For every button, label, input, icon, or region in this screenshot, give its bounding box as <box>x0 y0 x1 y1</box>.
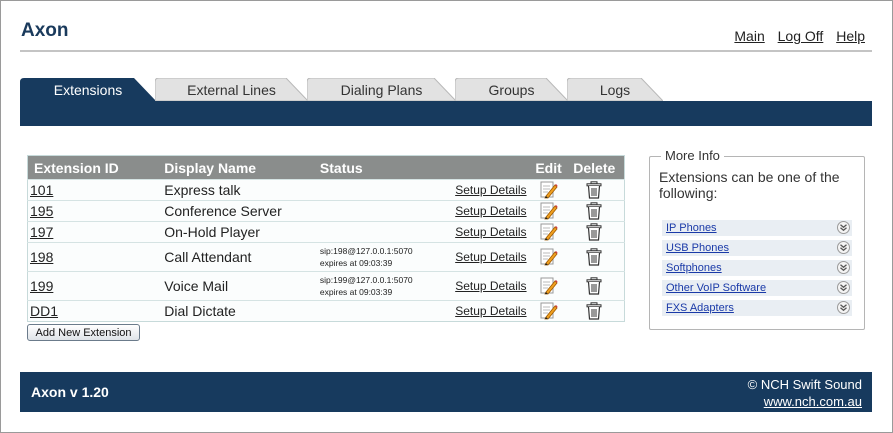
status-expiry: expires at 09:03:39 <box>319 258 393 268</box>
setup-details-link[interactable]: Setup Details <box>455 183 526 197</box>
trash-icon[interactable] <box>585 223 603 241</box>
info-item-softphones[interactable]: Softphones <box>662 260 852 276</box>
chevron-down-icon[interactable] <box>837 281 850 294</box>
tab-groups[interactable]: Groups <box>455 78 568 101</box>
table-row: DD1 Dial Dictate Setup Details <box>27 300 625 322</box>
tab-logs-label: Logs <box>599 82 631 98</box>
status-sip-address: sip:199@127.0.0.1:5070 <box>319 275 413 285</box>
extensions-table: Extension ID Display Name Status Edit De… <box>27 155 625 322</box>
display-name: Call Attendant <box>158 242 314 272</box>
add-new-extension-button[interactable]: Add New Extension <box>27 324 140 341</box>
main-link[interactable]: Main <box>734 28 764 44</box>
status-cell: sip:199@127.0.0.1:5070 expires at 09:03:… <box>313 271 439 301</box>
extension-id-link[interactable]: 101 <box>30 182 53 198</box>
trash-icon[interactable] <box>585 277 603 295</box>
info-item-usb-phones[interactable]: USB Phones <box>662 240 852 256</box>
tab-logs[interactable]: Logs <box>567 78 663 101</box>
info-link[interactable]: Softphones <box>666 262 722 274</box>
help-link[interactable]: Help <box>836 28 865 44</box>
col-header-display-name: Display Name <box>158 155 314 180</box>
footer-credits: © NCH Swift Sound www.nch.com.au <box>748 376 862 410</box>
tab-extensions-label: Extensions <box>53 82 123 98</box>
pencil-icon[interactable] <box>540 223 558 241</box>
website-link[interactable]: www.nch.com.au <box>764 394 862 409</box>
more-info-panel: More Info Extensions can be one of the f… <box>649 148 865 330</box>
tab-groups-label: Groups <box>488 82 535 98</box>
display-name: Dial Dictate <box>158 300 314 322</box>
more-info-description: Extensions can be one of the following: <box>659 169 840 201</box>
info-item-ip-phones[interactable]: IP Phones <box>662 220 852 236</box>
status-cell <box>313 221 439 243</box>
status-cell <box>313 300 439 322</box>
col-header-setup <box>438 155 533 180</box>
table-row: 199 Voice Mail sip:199@127.0.0.1:5070 ex… <box>27 271 625 301</box>
tab-external-lines-label: External Lines <box>187 82 276 98</box>
display-name: Express talk <box>158 179 314 201</box>
setup-details-link[interactable]: Setup Details <box>455 279 526 293</box>
display-name: Voice Mail <box>158 271 314 301</box>
top-nav: Main Log Off Help <box>725 28 865 44</box>
extension-id-link[interactable]: DD1 <box>30 303 58 319</box>
table-row: 197 On-Hold Player Setup Details <box>27 221 625 243</box>
info-item-other-voip[interactable]: Other VoIP Software <box>662 280 852 296</box>
extension-id-link[interactable]: 198 <box>30 249 53 265</box>
more-info-title: More Info <box>661 148 724 163</box>
tab-external-lines[interactable]: External Lines <box>155 78 308 101</box>
status-cell <box>313 179 439 201</box>
version-label: Axon v 1.20 <box>31 384 109 400</box>
tab-bar: Extensions External Lines Dialing Plans … <box>20 78 872 126</box>
chevron-down-icon[interactable] <box>837 241 850 254</box>
header-divider <box>20 50 872 52</box>
tab-extensions[interactable]: Extensions <box>20 78 156 101</box>
copyright-text: © NCH Swift Sound <box>747 377 862 392</box>
info-link[interactable]: USB Phones <box>666 242 729 254</box>
display-name: On-Hold Player <box>158 221 314 243</box>
display-name: Conference Server <box>158 200 314 222</box>
extension-id-link[interactable]: 197 <box>30 224 53 240</box>
status-cell: sip:198@127.0.0.1:5070 expires at 09:03:… <box>313 242 439 272</box>
chevron-down-icon[interactable] <box>837 261 850 274</box>
table-header-row: Extension ID Display Name Status Edit De… <box>27 155 625 180</box>
pencil-icon[interactable] <box>540 302 558 320</box>
info-link[interactable]: FXS Adapters <box>666 302 734 314</box>
setup-details-link[interactable]: Setup Details <box>455 225 526 239</box>
table-row: 198 Call Attendant sip:198@127.0.0.1:507… <box>27 242 625 272</box>
pencil-icon[interactable] <box>540 181 558 199</box>
setup-details-link[interactable]: Setup Details <box>455 250 526 264</box>
tab-dialing-plans-label: Dialing Plans <box>340 82 423 98</box>
info-link[interactable]: Other VoIP Software <box>666 282 766 294</box>
extension-id-link[interactable]: 195 <box>30 203 53 219</box>
extension-id-link[interactable]: 199 <box>30 278 53 294</box>
col-header-edit: Edit <box>532 155 565 180</box>
log-off-link[interactable]: Log Off <box>778 28 824 44</box>
tab-strip <box>20 101 872 126</box>
setup-details-link[interactable]: Setup Details <box>455 204 526 218</box>
col-header-status: Status <box>313 155 439 180</box>
pencil-icon[interactable] <box>540 277 558 295</box>
trash-icon[interactable] <box>585 202 603 220</box>
trash-icon[interactable] <box>585 181 603 199</box>
table-row: 195 Conference Server Setup Details <box>27 200 625 222</box>
status-sip-address: sip:198@127.0.0.1:5070 <box>319 246 413 256</box>
tab-dialing-plans[interactable]: Dialing Plans <box>307 78 456 101</box>
info-item-fxs-adapters[interactable]: FXS Adapters <box>662 300 852 316</box>
col-header-extension-id: Extension ID <box>27 155 159 180</box>
app-title: Axon <box>21 20 69 41</box>
trash-icon[interactable] <box>585 302 603 320</box>
trash-icon[interactable] <box>585 248 603 266</box>
status-cell <box>313 200 439 222</box>
chevron-down-icon[interactable] <box>837 301 850 314</box>
table-row: 101 Express talk Setup Details <box>27 179 625 201</box>
setup-details-link[interactable]: Setup Details <box>455 304 526 318</box>
status-expiry: expires at 09:03:39 <box>319 287 393 297</box>
footer: Axon v 1.20 © NCH Swift Sound www.nch.co… <box>20 372 872 412</box>
pencil-icon[interactable] <box>540 248 558 266</box>
chevron-down-icon[interactable] <box>837 221 850 234</box>
col-header-delete: Delete <box>564 155 625 180</box>
pencil-icon[interactable] <box>540 202 558 220</box>
info-link[interactable]: IP Phones <box>666 222 717 234</box>
